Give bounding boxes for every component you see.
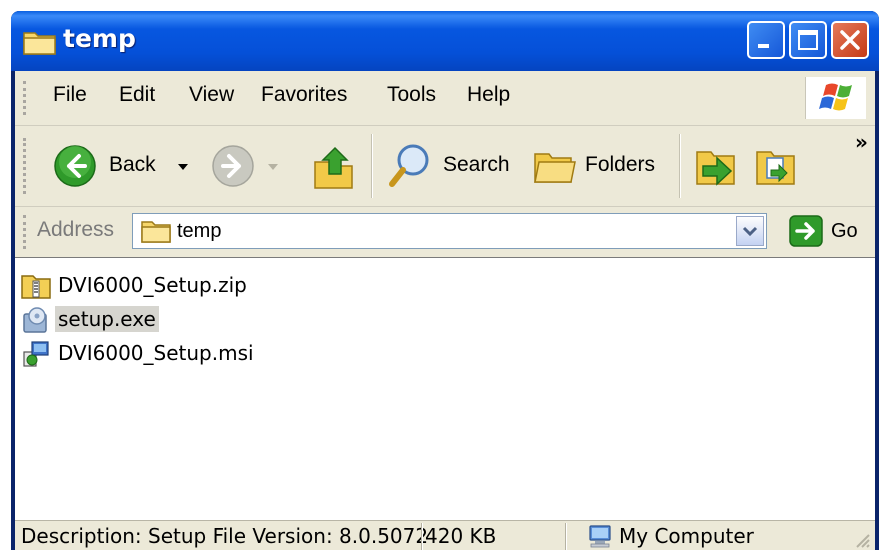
maximize-icon <box>798 30 818 50</box>
folder-icon <box>23 32 56 55</box>
status-bar: Description: Setup File Version: 8.0.507… <box>15 520 875 550</box>
forward-button[interactable] <box>207 136 287 196</box>
status-separator <box>565 523 567 550</box>
command-bars: File Edit View Favorites Tools Help Back… <box>15 71 875 257</box>
menu-tools[interactable]: Tools <box>387 83 436 107</box>
move-to-button[interactable] <box>693 140 739 192</box>
search-icon <box>389 144 429 187</box>
file-name: DVI6000_Setup.zip <box>58 273 247 297</box>
folders-button[interactable]: Folders <box>523 136 673 196</box>
toolbar-separator <box>371 134 373 198</box>
back-label: Back <box>109 153 156 176</box>
chevron-down-icon <box>742 226 758 237</box>
menu-file[interactable]: File <box>53 83 87 107</box>
toolbar-separator <box>679 134 681 198</box>
go-label: Go <box>831 220 858 242</box>
toolbar-grip[interactable] <box>23 138 29 194</box>
go-arrow-icon <box>789 215 823 247</box>
address-input[interactable]: temp <box>132 213 767 249</box>
windows-logo <box>805 77 866 119</box>
zip-folder-icon <box>21 275 51 299</box>
move-to-folder-icon <box>696 151 735 186</box>
close-button[interactable] <box>831 21 869 59</box>
title-bar[interactable]: temp <box>11 11 879 71</box>
forward-dropdown-icon <box>268 164 278 170</box>
search-button[interactable]: Search <box>381 136 511 196</box>
menu-view[interactable]: View <box>189 83 234 107</box>
address-bar: Address temp Go <box>15 207 875 257</box>
back-arrow-icon <box>54 145 96 187</box>
resize-grip-icon[interactable] <box>851 529 871 549</box>
up-button[interactable] <box>311 138 357 194</box>
maximize-button[interactable] <box>789 21 827 59</box>
search-label: Search <box>443 153 510 176</box>
standard-toolbar: Back Search Folders » <box>15 126 875 207</box>
menu-favorites[interactable]: Favorites <box>261 83 347 107</box>
file-list[interactable]: DVI6000_Setup.zip setup.exe DVI6000_Setu… <box>15 257 875 521</box>
window-title: temp <box>63 24 136 53</box>
toolbar-overflow-chevron[interactable]: » <box>855 130 868 154</box>
menu-bar-grip[interactable] <box>23 81 29 115</box>
status-zone: My Computer <box>619 524 754 548</box>
folders-label: Folders <box>585 153 656 176</box>
go-button[interactable]: Go <box>783 213 863 249</box>
status-description: Description: Setup File Version: 8.0.507… <box>21 524 429 548</box>
menu-bar: File Edit View Favorites Tools Help <box>15 71 875 126</box>
copy-to-folder-icon <box>756 151 795 185</box>
forward-arrow-icon <box>212 145 254 187</box>
msi-installer-icon <box>23 341 49 367</box>
address-dropdown-button[interactable] <box>736 216 764 246</box>
status-separator <box>421 523 423 550</box>
file-name: setup.exe <box>55 306 159 332</box>
minimize-icon <box>758 44 769 48</box>
address-bar-grip[interactable] <box>23 215 29 249</box>
explorer-window: temp File Edit View Favorites Tools Help <box>11 11 879 550</box>
close-icon <box>840 30 860 50</box>
setup-exe-icon <box>23 307 47 333</box>
windows-flag-icon <box>819 83 852 111</box>
folder-icon <box>141 221 171 243</box>
address-label: Address <box>37 218 115 241</box>
menu-edit[interactable]: Edit <box>119 83 155 107</box>
folders-icon <box>534 153 576 183</box>
status-file-size: 420 KB <box>425 524 497 548</box>
minimize-button[interactable] <box>747 21 785 59</box>
menu-help[interactable]: Help <box>467 83 510 107</box>
my-computer-icon <box>589 525 611 548</box>
folder-up-icon <box>314 146 353 189</box>
address-value: temp <box>177 220 222 242</box>
back-button[interactable]: Back <box>49 136 199 196</box>
back-dropdown-icon <box>178 164 188 170</box>
copy-to-button[interactable] <box>753 140 799 192</box>
file-name: DVI6000_Setup.msi <box>58 341 254 365</box>
